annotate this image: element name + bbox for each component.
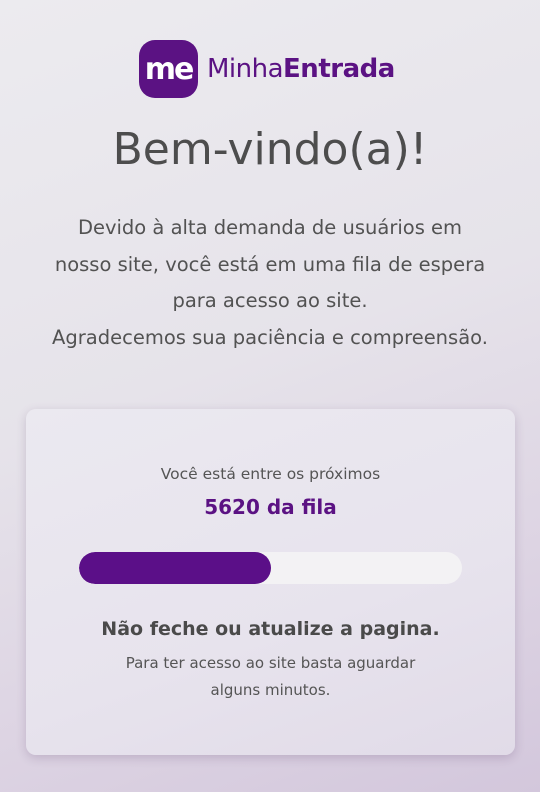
queue-progress-fill bbox=[79, 552, 271, 584]
intro-line: para acesso ao site. bbox=[172, 289, 368, 312]
do-not-refresh-warning: Não feche ou atualize a pagina. bbox=[101, 618, 440, 640]
queue-card: Você está entre os próximos 5620 da fila… bbox=[26, 409, 515, 755]
queue-position: 5620 da fila bbox=[204, 495, 337, 519]
wait-hint-line: alguns minutos. bbox=[210, 681, 331, 699]
brand-logo: me MinhaEntrada bbox=[139, 40, 395, 98]
brand-name: MinhaEntrada bbox=[207, 54, 395, 84]
intro-line: Agradecemos sua paciência e compreensão. bbox=[52, 325, 488, 349]
intro-line: nosso site, você está em uma fila de esp… bbox=[54, 252, 486, 276]
queue-progress-bar bbox=[79, 552, 462, 584]
queue-lead-text: Você está entre os próximos bbox=[160, 465, 381, 483]
brand-name-regular: Minha bbox=[207, 54, 284, 84]
page-title: Bem-vindo(a)! bbox=[112, 124, 428, 175]
wait-hint-line: Para ter acesso ao site basta aguardar bbox=[125, 654, 416, 672]
wait-hint: Para ter acesso ao site basta aguardar a… bbox=[26, 650, 515, 704]
intro-text: Devido à alta demanda de usuários em nos… bbox=[10, 210, 530, 356]
brand-logo-mark: me bbox=[139, 40, 198, 98]
intro-line: Devido à alta demanda de usuários em bbox=[77, 216, 463, 239]
brand-name-bold: Entrada bbox=[283, 54, 395, 84]
